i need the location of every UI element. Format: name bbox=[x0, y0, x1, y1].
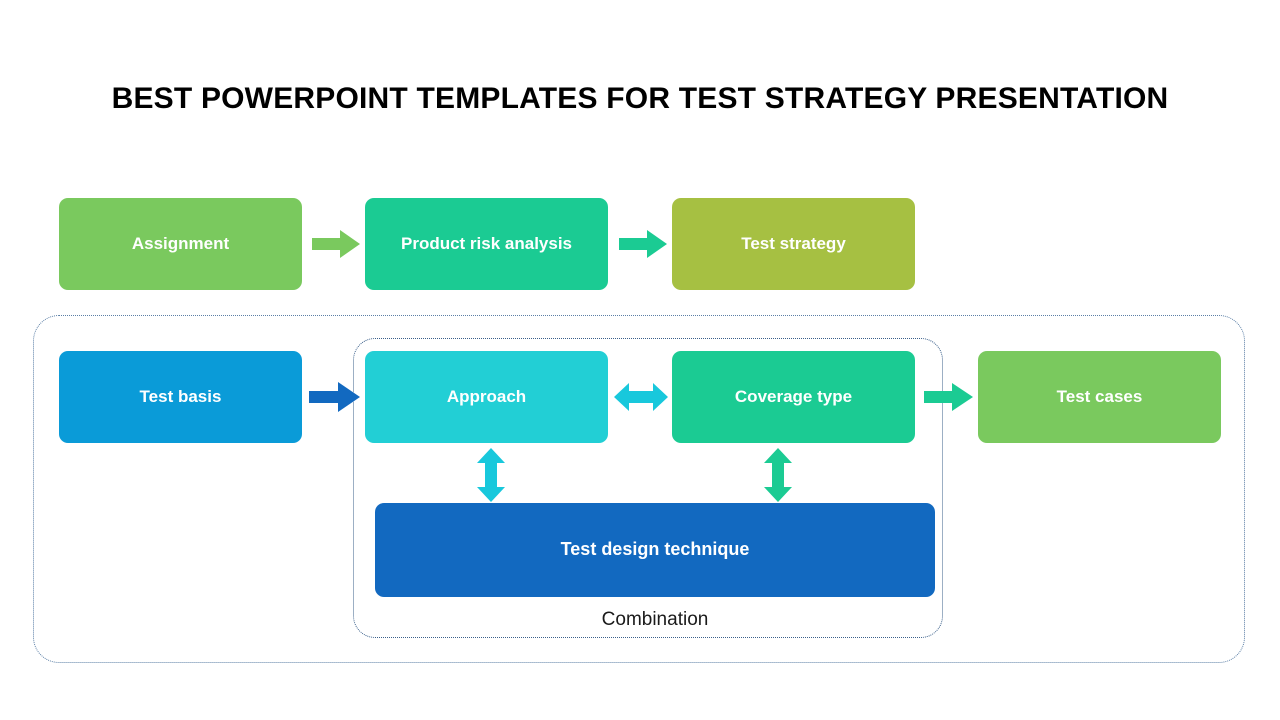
node-approach[interactable]: Approach bbox=[365, 351, 608, 443]
node-approach-label: Approach bbox=[446, 386, 527, 406]
node-product-risk-analysis-label: Product risk analysis bbox=[400, 233, 573, 253]
node-test-basis[interactable]: Test basis bbox=[59, 351, 302, 443]
slide-canvas: BEST POWERPOINT TEMPLATES FOR TEST STRAT… bbox=[0, 0, 1280, 720]
node-product-risk-analysis[interactable]: Product risk analysis bbox=[365, 198, 608, 290]
node-test-design-technique[interactable]: Test design technique bbox=[375, 503, 935, 597]
node-assignment-label: Assignment bbox=[131, 233, 230, 253]
node-test-cases-label: Test cases bbox=[1056, 386, 1143, 406]
arrow-right-icon-assignment-to-product bbox=[310, 226, 362, 262]
arrow-right-icon-product-to-strategy bbox=[617, 226, 669, 262]
node-coverage-type-label: Coverage type bbox=[734, 386, 853, 406]
node-test-strategy[interactable]: Test strategy bbox=[672, 198, 915, 290]
page-title: BEST POWERPOINT TEMPLATES FOR TEST STRAT… bbox=[111, 82, 1169, 115]
node-test-design-technique-label: Test design technique bbox=[560, 539, 750, 560]
combination-group-label: Combination bbox=[601, 609, 709, 630]
node-test-basis-label: Test basis bbox=[139, 386, 222, 406]
arrow-up-down-icon-approach-design bbox=[470, 446, 512, 504]
arrow-right-icon-coverage-to-cases bbox=[922, 379, 975, 415]
node-coverage-type[interactable]: Coverage type bbox=[672, 351, 915, 443]
arrow-left-right-icon-approach-coverage bbox=[612, 376, 670, 418]
arrow-up-down-icon-coverage-design bbox=[757, 446, 799, 504]
node-test-strategy-label: Test strategy bbox=[741, 233, 846, 253]
node-assignment[interactable]: Assignment bbox=[59, 198, 302, 290]
node-test-cases[interactable]: Test cases bbox=[978, 351, 1221, 443]
arrow-right-icon-basis-to-approach bbox=[307, 379, 362, 415]
